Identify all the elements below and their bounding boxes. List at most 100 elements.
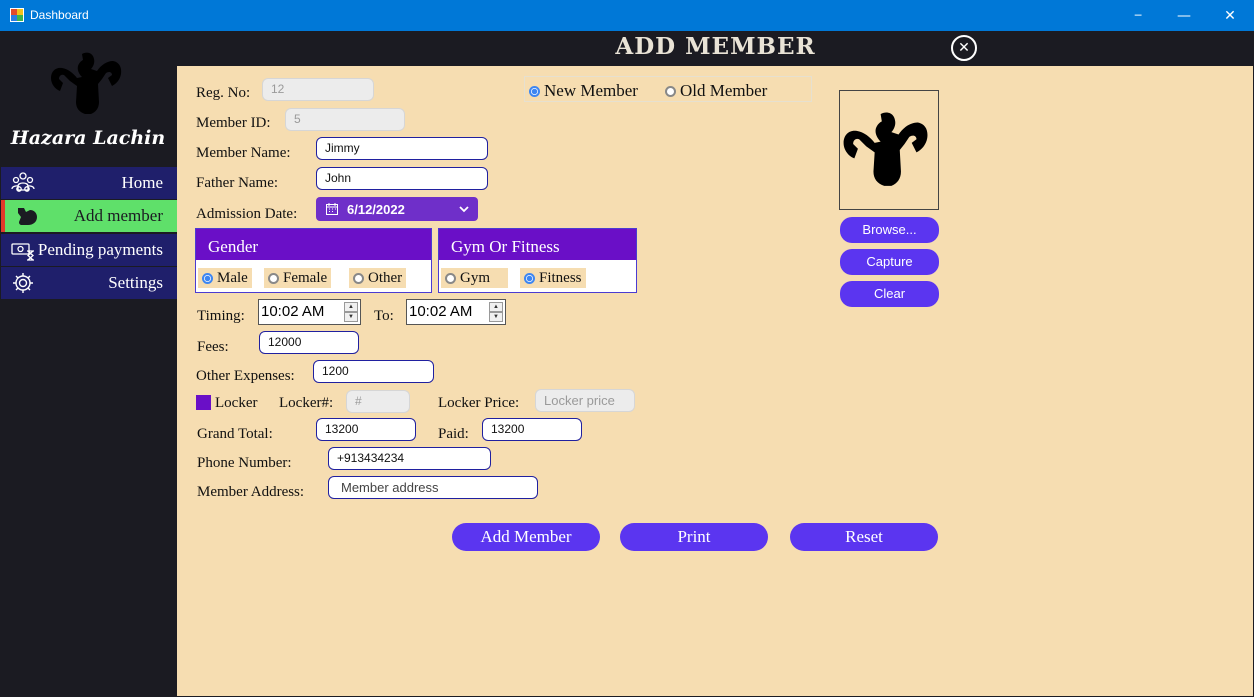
sidebar-item-settings[interactable]: Settings bbox=[1, 267, 177, 299]
calendar-icon bbox=[326, 203, 338, 215]
fees-label: Fees: bbox=[197, 339, 229, 355]
spin-down-icon[interactable]: ▼ bbox=[344, 312, 358, 322]
radio-label: Fitness bbox=[539, 269, 582, 286]
phone-input[interactable]: +913434234 bbox=[328, 447, 491, 470]
admission-date-picker[interactable]: 6/12/2022 bbox=[316, 197, 478, 221]
sidebar-item-home[interactable]: Home bbox=[1, 167, 177, 199]
sidebar-item-add-member[interactable]: Add member bbox=[1, 200, 177, 232]
timing-label: Timing: bbox=[197, 308, 245, 324]
flex-arm-icon bbox=[18, 208, 37, 225]
gender-panel: Gender Male Female Other bbox=[195, 228, 432, 293]
locker-price-label: Locker Price: bbox=[438, 395, 520, 411]
time-spinner[interactable]: ▲ ▼ bbox=[344, 302, 358, 322]
member-photo bbox=[839, 90, 939, 210]
paid-label: Paid: bbox=[438, 426, 469, 442]
people-group-icon bbox=[11, 172, 35, 192]
member-id-label: Member ID: bbox=[196, 115, 271, 131]
admission-date-label: Admission Date: bbox=[196, 206, 298, 222]
gender-male-radio[interactable]: Male bbox=[198, 268, 252, 288]
sidebar-item-pending-payments[interactable]: Pending payments bbox=[1, 234, 177, 266]
radio-dot bbox=[665, 85, 676, 97]
add-member-button[interactable]: Add Member bbox=[452, 523, 600, 551]
spin-down-icon[interactable]: ▼ bbox=[489, 312, 503, 322]
gym-fitness-panel-title: Gym Or Fitness bbox=[439, 229, 636, 260]
radio-dot bbox=[353, 272, 364, 284]
date-value: 6/12/2022 bbox=[347, 202, 405, 217]
spin-up-icon[interactable]: ▲ bbox=[489, 302, 503, 312]
grand-total-label: Grand Total: bbox=[197, 426, 273, 442]
old-member-radio[interactable]: Old Member bbox=[665, 81, 767, 101]
fitness-radio[interactable]: Fitness bbox=[520, 268, 586, 288]
brand-name: Hazara Lachin bbox=[10, 127, 166, 149]
radio-label: Female bbox=[283, 269, 328, 286]
browse-button[interactable]: Browse... bbox=[840, 217, 939, 243]
locker-label: Locker bbox=[215, 395, 258, 411]
close-window-button[interactable]: ✕ bbox=[1207, 0, 1253, 31]
locker-no-label: Locker#: bbox=[279, 395, 334, 411]
radio-dot bbox=[268, 272, 279, 284]
new-member-radio[interactable]: New Member bbox=[529, 81, 638, 101]
gear-icon bbox=[13, 273, 33, 293]
bodybuilder-photo-icon bbox=[843, 112, 928, 186]
gym-fitness-panel: Gym Or Fitness Gym Fitness bbox=[438, 228, 637, 293]
locker-no-input[interactable]: # bbox=[346, 390, 410, 413]
close-icon: ✕ bbox=[958, 40, 970, 56]
chevron-down-icon bbox=[459, 206, 469, 213]
locker-checkbox[interactable] bbox=[196, 395, 211, 410]
sidebar-item-label: Settings bbox=[108, 273, 163, 292]
phone-label: Phone Number: bbox=[197, 455, 292, 471]
radio-label: Male bbox=[217, 269, 248, 286]
grand-total-input[interactable]: 13200 bbox=[316, 418, 416, 441]
minimize-hit bbox=[1161, 0, 1207, 31]
time-value: 10:02 AM bbox=[409, 303, 473, 320]
member-id-field: 5 bbox=[285, 108, 405, 131]
reg-no-label: Reg. No: bbox=[196, 85, 251, 101]
father-name-input[interactable]: John bbox=[316, 167, 488, 190]
time-spinner[interactable]: ▲ ▼ bbox=[489, 302, 503, 322]
app-icon bbox=[10, 8, 24, 22]
window-titlebar: Dashboard — ✕ ─ bbox=[0, 0, 1254, 31]
close-form-button[interactable]: ✕ bbox=[951, 35, 977, 61]
sidebar-item-label: Pending payments bbox=[37, 240, 163, 259]
address-label: Member Address: bbox=[197, 484, 305, 500]
capture-button[interactable]: Capture bbox=[840, 249, 939, 275]
radio-label: Gym bbox=[460, 269, 490, 286]
bodybuilder-logo-icon bbox=[51, 52, 122, 114]
page-title: ADD MEMBER bbox=[615, 33, 816, 60]
member-name-input[interactable]: Jimmy bbox=[316, 137, 488, 160]
member-name-label: Member Name: bbox=[196, 145, 291, 161]
father-name-label: Father Name: bbox=[196, 175, 279, 191]
radio-label: New Member bbox=[544, 81, 638, 100]
gender-other-radio[interactable]: Other bbox=[349, 268, 407, 288]
radio-dot bbox=[445, 272, 456, 284]
clear-photo-button[interactable]: Clear bbox=[840, 281, 939, 307]
money-hourglass-icon bbox=[11, 243, 34, 261]
window-title: Dashboard bbox=[30, 8, 89, 22]
time-value: 10:02 AM bbox=[261, 303, 325, 320]
address-input[interactable]: Member address bbox=[328, 476, 538, 499]
paid-input[interactable]: 13200 bbox=[482, 418, 582, 441]
reg-no-field: 12 bbox=[262, 78, 374, 101]
reset-button[interactable]: Reset bbox=[790, 523, 938, 551]
gender-female-radio[interactable]: Female bbox=[264, 268, 332, 288]
sidebar-item-label: Home bbox=[121, 173, 163, 192]
to-label: To: bbox=[374, 308, 394, 324]
radio-dot bbox=[529, 85, 540, 97]
gender-panel-title: Gender bbox=[196, 229, 431, 260]
sidebar-item-label: Add member bbox=[73, 206, 163, 225]
print-button[interactable]: Print bbox=[620, 523, 768, 551]
spin-up-icon[interactable]: ▲ bbox=[344, 302, 358, 312]
close-icon: ✕ bbox=[1224, 7, 1236, 24]
timing-to-picker[interactable]: 10:02 AM ▲ ▼ bbox=[406, 299, 506, 325]
radio-dot bbox=[524, 272, 535, 284]
locker-price-input[interactable]: Locker price bbox=[535, 389, 635, 412]
minimize-window-button[interactable]: ─ bbox=[1115, 0, 1161, 31]
fees-input[interactable]: 12000 bbox=[259, 331, 359, 354]
other-expenses-input[interactable]: 1200 bbox=[313, 360, 434, 383]
other-expenses-label: Other Expenses: bbox=[196, 368, 295, 384]
gym-radio[interactable]: Gym bbox=[441, 268, 508, 288]
radio-label: Old Member bbox=[680, 81, 768, 100]
radio-dot bbox=[202, 272, 213, 284]
radio-label: Other bbox=[368, 269, 403, 286]
timing-from-picker[interactable]: 10:02 AM ▲ ▼ bbox=[258, 299, 361, 325]
